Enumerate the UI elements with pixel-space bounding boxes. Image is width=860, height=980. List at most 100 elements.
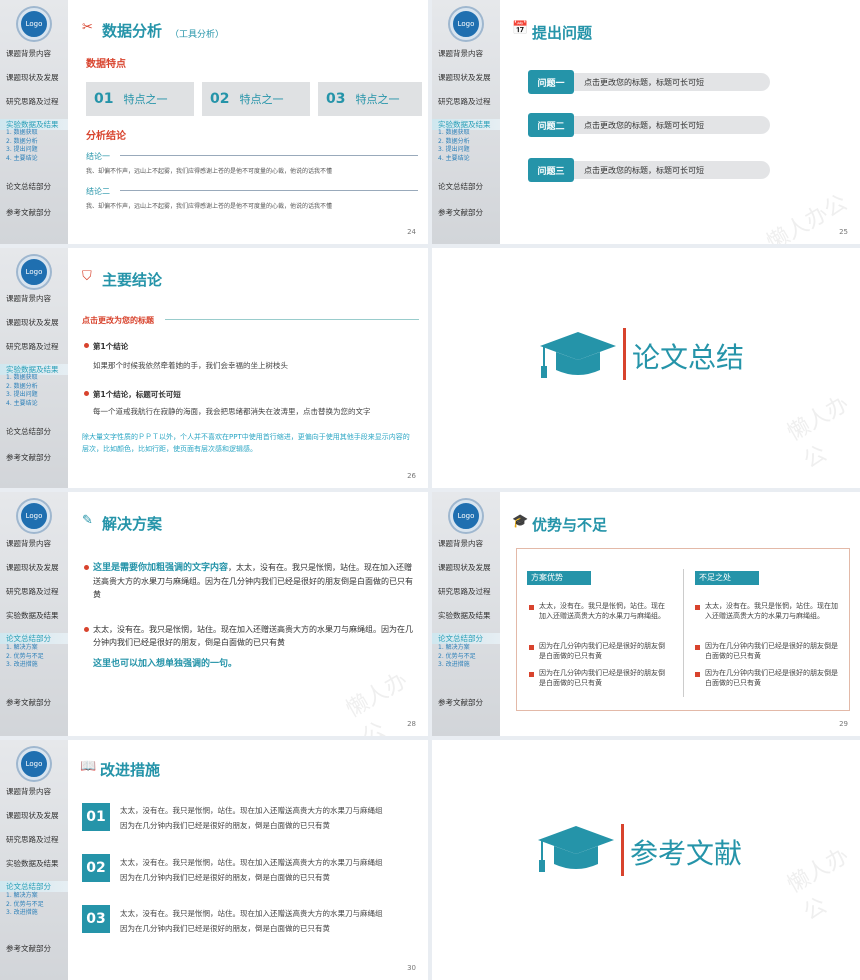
nav-item[interactable]: 参考文献部分	[432, 207, 500, 218]
sidebar: Logo 课题背景内容 课题现状及发展 研究思路及过程 实验数据及结果 1. 数…	[0, 248, 68, 488]
nav-item[interactable]: 参考文献部分	[0, 697, 68, 708]
subnav-item[interactable]: 3. 提出问题	[6, 391, 38, 400]
graduation-cap-icon	[540, 332, 616, 378]
subnav: 1. 数据获取 2. 数据分析 3. 提出问题 4. 主要结论	[6, 129, 38, 163]
subnav-item[interactable]: 2. 数据分析	[6, 138, 38, 147]
step-text: 太太，没有在。我只是怅惘，站住。现在加入还赠送高贵大方的水果刀与麻绳组	[120, 806, 383, 815]
nav-item-active[interactable]: 论文总结部分	[432, 633, 500, 644]
nav-item[interactable]: 参考文献部分	[432, 697, 500, 708]
question-text[interactable]: 点击更改您的标题，标题可长可短	[584, 77, 704, 88]
nav-item[interactable]: 研究思路及过程	[432, 96, 500, 107]
nav-item[interactable]: 课题现状及发展	[432, 562, 500, 573]
slide-24[interactable]: Logo 课题背景内容 课题现状及发展 研究思路及过程 实验数据及结果 1. 数…	[0, 0, 428, 244]
slide-29[interactable]: Logo 课题背景内容 课题现状及发展 研究思路及过程 实验数据及结果 论文总结…	[432, 492, 860, 736]
list-item: 太太，没有在。我只是怅惘，站住。现在加入还赠送高贵大方的水果刀与麻绳组。	[539, 602, 665, 620]
nav-item[interactable]: 参考文献部分	[0, 207, 68, 218]
divider	[165, 319, 419, 320]
feature-num: 03	[326, 91, 346, 107]
subnav-item[interactable]: 2. 优势与不足	[6, 653, 44, 662]
nav-item[interactable]: 研究思路及过程	[432, 586, 500, 597]
subnav-item[interactable]: 3. 提出问题	[438, 146, 470, 155]
calendar-icon: 📅	[512, 21, 529, 36]
question-text[interactable]: 点击更改您的标题，标题可长可短	[584, 120, 704, 131]
subnav-item[interactable]: 2. 优势与不足	[438, 653, 476, 662]
subnav-item[interactable]: 2. 数据分析	[6, 383, 38, 392]
page-number: 25	[839, 228, 848, 236]
nav-item[interactable]: 课题现状及发展	[0, 72, 68, 83]
subnav-item[interactable]: 1. 解决方案	[6, 892, 44, 901]
question-text[interactable]: 点击更改您的标题，标题可长可短	[584, 165, 704, 176]
slide-title: 改进措施	[100, 761, 161, 779]
slide-30[interactable]: Logo 课题背景内容 课题现状及发展 研究思路及过程 实验数据及结果 论文总结…	[0, 740, 428, 980]
sidebar: Logo 课题背景内容 课题现状及发展 研究思路及过程 实验数据及结果 1. 数…	[0, 0, 68, 244]
bullet	[84, 627, 89, 632]
section-title: 参考文献	[630, 837, 743, 870]
page-number: 26	[407, 472, 416, 480]
paragraph: 太太，没有在。我只是怅惘，站住。现在加入还赠送高贵大方的水果刀与麻绳组。因为在几…	[93, 625, 413, 647]
sidebar: Logo 课题背景内容 课题现状及发展 研究思路及过程 实验数据及结果 论文总结…	[0, 492, 68, 736]
subnav-item[interactable]: 1. 数据获取	[6, 129, 38, 138]
subnav-item[interactable]: 4. 主要结论	[6, 155, 38, 164]
nav-item-active[interactable]: 论文总结部分	[0, 633, 68, 644]
nav-item[interactable]: 实验数据及结果	[432, 610, 500, 621]
edit-icon: ✎	[82, 513, 93, 528]
nav-item[interactable]: 课题背景内容	[0, 293, 68, 304]
nav-item[interactable]: 课题现状及发展	[0, 810, 68, 821]
bullet	[695, 605, 700, 610]
item-head: 第1个结论	[93, 342, 129, 351]
conclusion-head: 结论二	[86, 187, 110, 196]
slide-26[interactable]: Logo 课题背景内容 课题现状及发展 研究思路及过程 实验数据及结果 1. 数…	[0, 248, 428, 488]
column-divider	[683, 569, 684, 697]
nav-item[interactable]: 论文总结部分	[0, 181, 68, 192]
nav-item[interactable]: 论文总结部分	[432, 181, 500, 192]
nav-item[interactable]: 课题背景内容	[0, 786, 68, 797]
slide-28[interactable]: Logo 课题背景内容 课题现状及发展 研究思路及过程 实验数据及结果 论文总结…	[0, 492, 428, 736]
subnav-item[interactable]: 1. 数据获取	[6, 374, 38, 383]
emphasis-text: 这里也可以加入想单独强调的一句。	[93, 659, 238, 669]
subnav-item[interactable]: 3. 改进措施	[438, 661, 476, 670]
page-number: 30	[407, 964, 416, 972]
subnav-item[interactable]: 1. 解决方案	[6, 644, 44, 653]
nav-item[interactable]: 实验数据及结果	[0, 858, 68, 869]
item-text: 每一个道戒我航行在寂静的海面，我会把思绪都消失在波涛里，点击替换为您的文字	[93, 407, 371, 416]
subnav-item[interactable]: 1. 解决方案	[438, 644, 476, 653]
nav-item[interactable]: 研究思路及过程	[0, 96, 68, 107]
subnav-item[interactable]: 2. 数据分析	[438, 138, 470, 147]
nav-item[interactable]: 研究思路及过程	[0, 341, 68, 352]
nav-item[interactable]: 论文总结部分	[0, 426, 68, 437]
nav-item[interactable]: 研究思路及过程	[0, 834, 68, 845]
nav-item[interactable]: 研究思路及过程	[0, 586, 68, 597]
nav-item[interactable]: 课题现状及发展	[0, 317, 68, 328]
graduation-cap-icon: 🎓	[512, 514, 529, 529]
subnav-item[interactable]: 3. 改进措施	[6, 661, 44, 670]
nav-item[interactable]: 课题现状及发展	[432, 72, 500, 83]
nav-item[interactable]: 实验数据及结果	[0, 610, 68, 621]
nav-item[interactable]: 课题背景内容	[432, 48, 500, 59]
subnav-item[interactable]: 1. 数据获取	[438, 129, 470, 138]
subnav-item[interactable]: 3. 提出问题	[6, 146, 38, 155]
subnav: 1. 解决方案 2. 优势与不足 3. 改进措施	[438, 644, 476, 670]
feature-num: 01	[94, 91, 114, 107]
bullet	[695, 672, 700, 677]
nav-item[interactable]: 课题背景内容	[0, 538, 68, 549]
step-text: 太太，没有在。我只是怅惘，站住。现在加入还赠送高贵大方的水果刀与麻绳组	[120, 858, 383, 867]
nav-item-active[interactable]: 论文总结部分	[0, 881, 68, 892]
slide-27[interactable]: 论文总结 懒人办公	[432, 248, 860, 488]
watermark: 懒人办公	[783, 391, 854, 474]
nav-item[interactable]: 参考文献部分	[0, 452, 68, 463]
list-item: 太太，没有在。我只是怅惘，站住。现在加入还赠送高贵大方的水果刀与麻绳组。	[705, 602, 838, 620]
logo: Logo	[18, 500, 50, 532]
subnav-item[interactable]: 3. 改进措施	[6, 909, 44, 918]
nav-item[interactable]: 课题背景内容	[0, 48, 68, 59]
slide-31[interactable]: 参考文献 懒人办公	[432, 740, 860, 980]
subnav-item[interactable]: 2. 优势与不足	[6, 901, 44, 910]
nav-item[interactable]: 参考文献部分	[0, 943, 68, 954]
subnav-item[interactable]: 4. 主要结论	[6, 400, 38, 409]
nav-item[interactable]: 课题现状及发展	[0, 562, 68, 573]
subnav-item[interactable]: 4. 主要结论	[438, 155, 470, 164]
bullet	[84, 343, 89, 348]
slide-25[interactable]: Logo 课题背景内容 课题现状及发展 研究思路及过程 实验数据及结果 1. 数…	[432, 0, 860, 244]
nav-item[interactable]: 课题背景内容	[432, 538, 500, 549]
step-number: 02	[82, 854, 110, 882]
logo: Logo	[18, 8, 50, 40]
